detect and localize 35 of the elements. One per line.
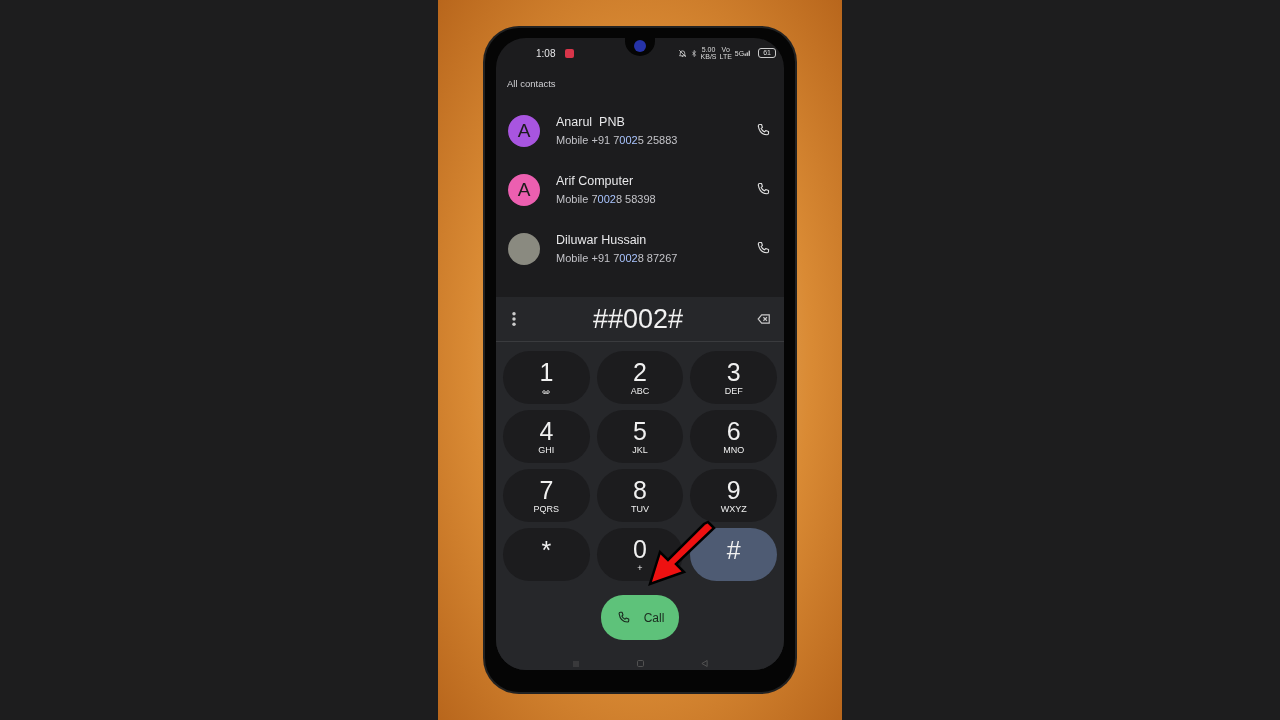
dial-key[interactable]: 9 WXYZ xyxy=(690,469,777,522)
avatar-initial: A xyxy=(508,173,540,206)
contact-name: Diluwar Hussain xyxy=(556,232,648,250)
dial-key[interactable]: 5 JKL xyxy=(596,410,684,463)
section-heading: All contacts xyxy=(506,77,557,91)
call-button[interactable]: Call xyxy=(601,595,679,640)
back-icon xyxy=(700,659,709,668)
home-icon xyxy=(636,659,645,668)
dial-key[interactable]: 2 ABC xyxy=(596,351,684,404)
clock-time: 1:08 xyxy=(536,46,556,61)
contact-name: Arif Computer xyxy=(556,173,635,191)
dial-key[interactable]: 6 MNO xyxy=(690,410,777,463)
voicemail-icon xyxy=(540,387,553,396)
dial-key[interactable]: 8 TUV xyxy=(596,469,684,522)
bluetooth-icon xyxy=(689,48,698,58)
photo-placeholder xyxy=(508,232,540,265)
dial-key[interactable]: 4 GHI xyxy=(503,410,590,463)
signal-icon xyxy=(744,49,752,57)
contact-number: Mobile 70028 58398 xyxy=(556,191,657,207)
avatar-initial: A xyxy=(508,114,540,147)
contact-number: Mobile +91 70025 25883 xyxy=(556,132,679,148)
dial-key[interactable]: 7 PQRS xyxy=(503,469,590,522)
contact-row[interactable]: Diluwar Hussain Mobile +91 70028 87267 xyxy=(496,219,784,279)
contact-row[interactable]: A Arif Computer Mobile 70028 58398 xyxy=(496,160,784,220)
contact-number: Mobile +91 70028 87267 xyxy=(556,250,679,266)
dial-key[interactable]: 1 xyxy=(503,351,590,404)
dial-key[interactable]: # xyxy=(690,528,777,581)
dial-key[interactable]: 3 DEF xyxy=(690,351,777,404)
muted-bell-icon xyxy=(677,48,687,58)
contact-name: Anarul PNB xyxy=(556,114,626,132)
phone-icon xyxy=(615,609,632,626)
dial-key[interactable]: * xyxy=(503,528,590,581)
recording-icon xyxy=(565,48,575,58)
dialed-number: ##002# xyxy=(591,302,685,336)
contact-row[interactable]: A Anarul PNB Mobile +91 70025 25883 xyxy=(496,101,784,161)
